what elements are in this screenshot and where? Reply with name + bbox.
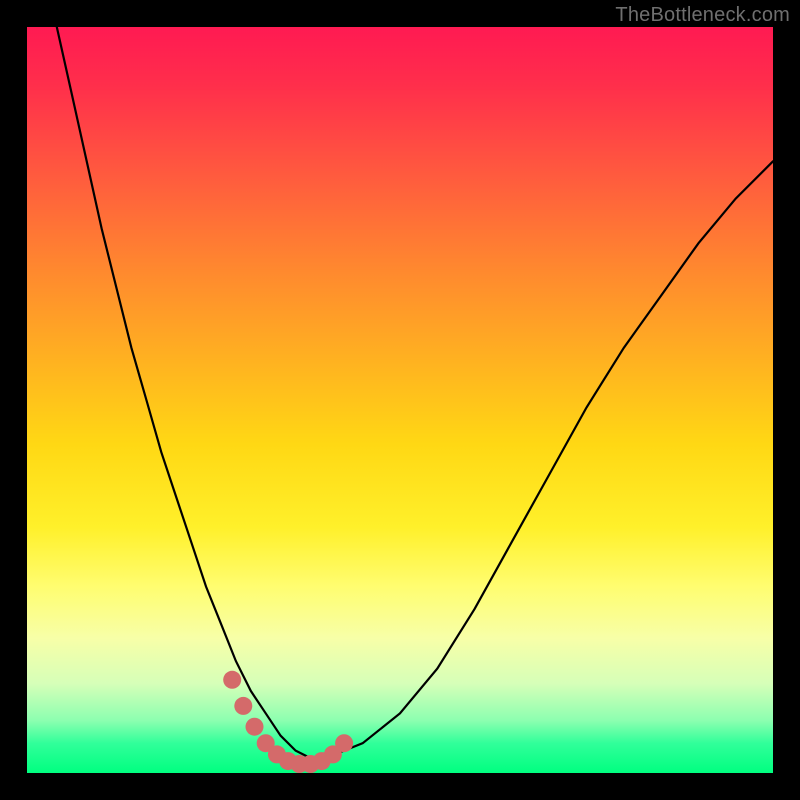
watermark-text: TheBottleneck.com xyxy=(615,4,790,27)
chart-frame: TheBottleneck.com xyxy=(0,0,800,800)
highlight-marker xyxy=(246,718,264,736)
curve-layer xyxy=(27,27,773,773)
highlight-marker xyxy=(335,734,353,752)
highlight-marker xyxy=(223,671,241,689)
bottleneck-curve xyxy=(57,27,773,758)
highlight-marker xyxy=(234,697,252,715)
highlight-markers xyxy=(223,671,353,773)
plot-area xyxy=(27,27,773,773)
